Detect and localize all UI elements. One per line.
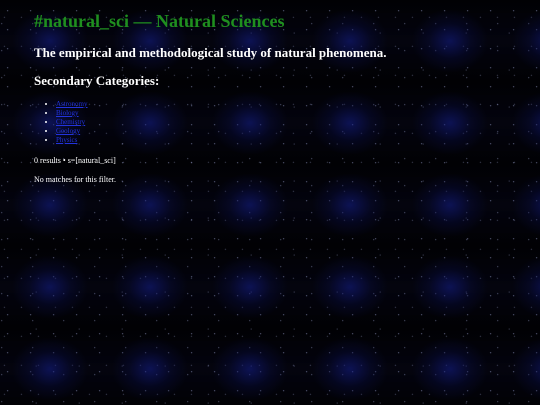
category-description: The empirical and methodological study o… (34, 45, 387, 60)
category-link-geology[interactable]: Geology (56, 127, 80, 135)
list-item: Astronomy (56, 100, 524, 109)
category-link-biology[interactable]: Biology (56, 109, 79, 117)
category-link-physics[interactable]: Physics (56, 136, 77, 144)
main-content: #natural_sci — Natural Sciences The empi… (34, 10, 524, 185)
list-item: Biology (56, 109, 524, 118)
list-item: Chemistry (56, 118, 524, 127)
list-item: Physics (56, 136, 524, 145)
category-link-astronomy[interactable]: Astronomy (56, 100, 88, 108)
empty-results-message: No matches for this filter. (34, 175, 116, 184)
page-title: #natural_sci — Natural Sciences (34, 11, 285, 31)
results-summary: 0 results • s=[natural_sci] (34, 156, 116, 165)
secondary-categories-list: Astronomy Biology Chemistry Geology Phys… (34, 100, 524, 145)
secondary-categories-heading: Secondary Categories: (34, 73, 160, 88)
list-item: Geology (56, 127, 524, 136)
category-link-chemistry[interactable]: Chemistry (56, 118, 85, 126)
